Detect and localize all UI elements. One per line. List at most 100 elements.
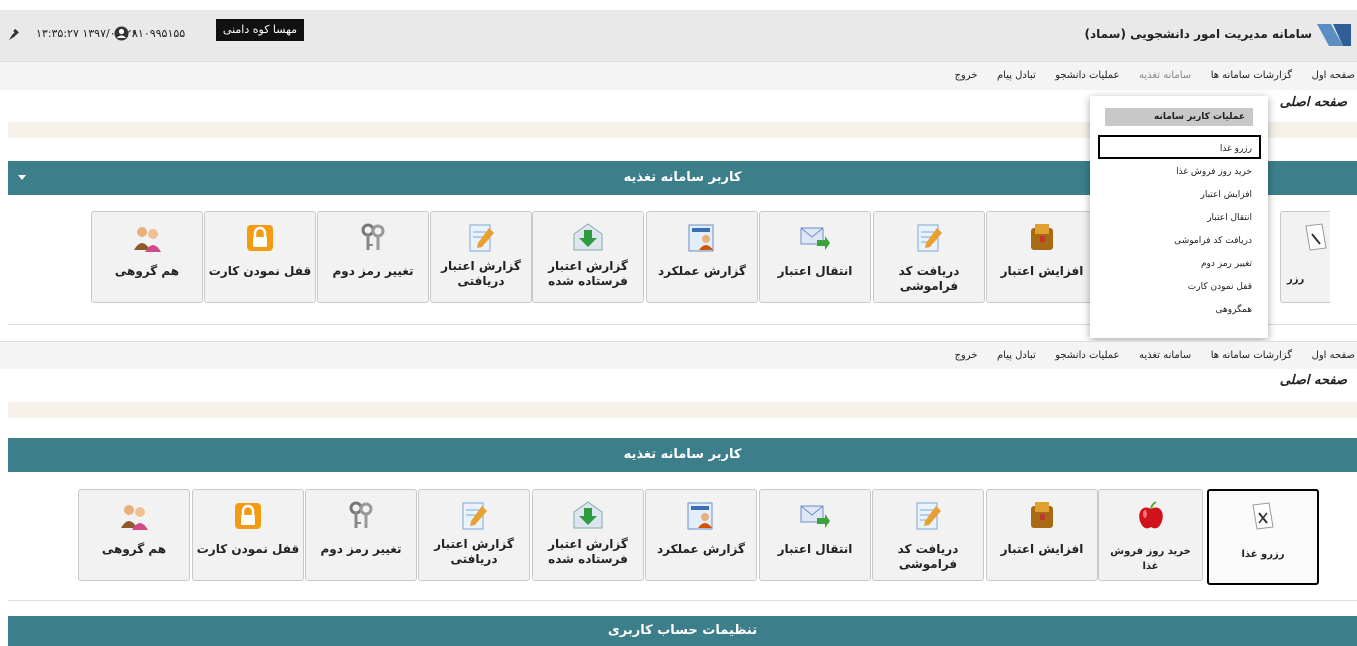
tile-received-credit-report[interactable]: گزارش اعتبار دریافتی bbox=[418, 489, 530, 581]
group-icon bbox=[121, 505, 148, 530]
dropdown-item-transfer-credit[interactable]: انتقال اعتبار bbox=[1207, 213, 1252, 223]
content-strip bbox=[8, 402, 1357, 418]
tile-label: انتقال اعتبار bbox=[777, 264, 853, 278]
tile-label: دریافت کد فراموشی bbox=[898, 264, 960, 293]
pin-icon[interactable] bbox=[8, 29, 20, 41]
samad-logo bbox=[1317, 24, 1351, 46]
section-food-title: کاربر سامانه تغذیه bbox=[623, 170, 742, 185]
nav-messages[interactable]: تبادل پیام bbox=[997, 342, 1036, 370]
envelope-download-icon bbox=[573, 223, 603, 251]
collapse-icon[interactable] bbox=[18, 175, 26, 180]
user-icon[interactable] bbox=[114, 26, 129, 41]
user-id: ۸۱۰۹۹۵۱۵۵ bbox=[132, 27, 186, 40]
dropdown-item-change-second-pass[interactable]: تغییر رمز دوم bbox=[1201, 259, 1252, 269]
wallet-icon bbox=[1031, 224, 1053, 250]
tile-add-credit[interactable]: افزایش اعتبار bbox=[986, 489, 1098, 581]
tile-label: خرید روز فروش غذا bbox=[1110, 546, 1191, 572]
tile-buy-sale-day-food[interactable]: خرید روز فروش غذا bbox=[1098, 489, 1203, 581]
nav-student-ops[interactable]: عملیات دانشجو bbox=[1055, 342, 1119, 370]
tile-label: گزارش عملکرد bbox=[658, 264, 746, 278]
tile-label: گزارش اعتبار فرستاده شده bbox=[548, 259, 628, 288]
user-name-box: مهسا کوه دامنی bbox=[216, 19, 304, 41]
tile-change-second-pass[interactable]: تغییر رمز دوم bbox=[317, 211, 429, 303]
nav-food-system[interactable]: سامانه تغذیه bbox=[1139, 342, 1191, 370]
dropdown-item-group[interactable]: همگروهی bbox=[1216, 305, 1252, 315]
dropdown-title: عملیات کاربر سامانه bbox=[1105, 108, 1253, 126]
nav-reports[interactable]: گزارشات سامانه ها bbox=[1211, 62, 1292, 90]
dropdown-item-add-credit[interactable]: افزایش اعتبار bbox=[1201, 190, 1253, 200]
envelope-download-icon bbox=[573, 501, 603, 529]
lock-icon bbox=[247, 225, 273, 251]
tile-lock-card[interactable]: قفل نمودن کارت bbox=[192, 489, 304, 581]
tile-label: افزایش اعتبار bbox=[1000, 264, 1084, 278]
tile-forgot-code[interactable]: دریافت کد فراموشی bbox=[873, 211, 985, 303]
tile-reserve-food-partial[interactable]: رزر bbox=[1280, 211, 1330, 303]
user-report-icon bbox=[688, 224, 714, 252]
tile-label: گزارش اعتبار دریافتی bbox=[441, 259, 521, 288]
tile-group-members[interactable]: هم گروهی bbox=[91, 211, 203, 303]
reserve-food-icon bbox=[1304, 223, 1327, 251]
user-report-icon bbox=[687, 502, 713, 530]
tile-received-credit-report[interactable]: گزارش اعتبار دریافتی bbox=[430, 211, 532, 303]
nav-messages[interactable]: تبادل پیام bbox=[997, 62, 1036, 90]
nav-home[interactable]: صفحه اول bbox=[1312, 62, 1355, 90]
section-food-bar[interactable]: کاربر سامانه تغذیه bbox=[8, 438, 1357, 472]
section-account-bar[interactable]: تنظیمات حساب کاربری bbox=[8, 616, 1357, 646]
tile-label: قفل نمودن کارت bbox=[208, 264, 312, 278]
lock-icon bbox=[235, 503, 261, 529]
tile-sent-credit-report[interactable]: گزارش اعتبار فرستاده شده bbox=[532, 211, 644, 303]
tile-group-members[interactable]: هم گروهی bbox=[78, 489, 190, 581]
dropdown-item-lock-card[interactable]: قفل نمودن کارت bbox=[1188, 282, 1252, 292]
notepad-icon bbox=[462, 502, 487, 530]
group-icon bbox=[134, 227, 161, 252]
tile-label: هم گروهی bbox=[114, 264, 180, 278]
tile-forgot-code[interactable]: دریافت کد فراموشی bbox=[872, 489, 984, 581]
section-account-title: تنظیمات حساب کاربری bbox=[607, 623, 758, 638]
tile-label: گزارش اعتبار دریافتی bbox=[434, 537, 514, 566]
tile-change-second-pass[interactable]: تغییر رمز دوم bbox=[305, 489, 417, 581]
dropdown-item-forgot-code[interactable]: دریافت کد فراموشی bbox=[1174, 236, 1252, 246]
food-system-dropdown: عملیات کاربر سامانه رزرو غذا خرید روز فر… bbox=[1090, 96, 1268, 338]
nav-logout[interactable]: خروج bbox=[954, 62, 977, 90]
notepad-icon bbox=[917, 224, 942, 252]
dropdown-item-buy-sale-day-food[interactable]: خرید روز فروش غذا bbox=[1176, 167, 1252, 177]
tile-sent-credit-report[interactable]: گزارش اعتبار فرستاده شده bbox=[532, 489, 644, 581]
tile-performance-report[interactable]: گزارش عملکرد bbox=[645, 489, 757, 581]
divider bbox=[8, 600, 1357, 601]
nav-home[interactable]: صفحه اول bbox=[1312, 342, 1355, 370]
tile-label: رزرو غذا bbox=[1241, 549, 1285, 560]
tile-transfer-credit[interactable]: انتقال اعتبار bbox=[759, 211, 871, 303]
page-title: صفحه اصلی bbox=[1279, 373, 1347, 388]
reserve-food-icon bbox=[1252, 502, 1274, 530]
tile-label: انتقال اعتبار bbox=[777, 542, 853, 556]
tile-transfer-credit[interactable]: انتقال اعتبار bbox=[759, 489, 871, 581]
keys-icon bbox=[349, 501, 373, 528]
mail-forward-icon bbox=[800, 505, 830, 528]
tile-label: رزر bbox=[1287, 274, 1305, 285]
tile-label: گزارش عملکرد bbox=[657, 542, 745, 556]
tile-label: افزایش اعتبار bbox=[1000, 542, 1084, 556]
nav-logout[interactable]: خروج bbox=[954, 342, 977, 370]
main-nav-2: صفحه اول گزارشات سامانه ها سامانه تغذیه … bbox=[0, 341, 1357, 369]
tile-label: قفل نمودن کارت bbox=[196, 542, 300, 556]
tile-performance-report[interactable]: گزارش عملکرد bbox=[646, 211, 758, 303]
dropdown-item-reserve-food[interactable]: رزرو غذا bbox=[1220, 144, 1252, 154]
tile-label: گزارش اعتبار فرستاده شده bbox=[548, 537, 628, 566]
tile-lock-card[interactable]: قفل نمودن کارت bbox=[204, 211, 316, 303]
nav-student-ops[interactable]: عملیات دانشجو bbox=[1055, 62, 1119, 90]
nav-food-system[interactable]: سامانه تغذیه bbox=[1139, 62, 1191, 90]
apple-icon bbox=[1138, 501, 1163, 529]
tile-label: دریافت کد فراموشی bbox=[897, 542, 959, 571]
nav-reports[interactable]: گزارشات سامانه ها bbox=[1211, 342, 1292, 370]
tile-label: تغییر رمز دوم bbox=[320, 542, 402, 556]
wallet-icon bbox=[1031, 502, 1053, 528]
notepad-icon bbox=[469, 224, 494, 252]
keys-icon bbox=[361, 223, 385, 250]
tile-reserve-food[interactable]: رزرو غذا bbox=[1207, 489, 1319, 585]
tile-label: هم گروهی bbox=[101, 542, 167, 556]
page-title: صفحه اصلی bbox=[1279, 95, 1347, 110]
tile-add-credit[interactable]: افزایش اعتبار bbox=[986, 211, 1098, 303]
tile-label: تغییر رمز دوم bbox=[332, 264, 414, 278]
mail-forward-icon bbox=[800, 227, 830, 250]
notepad-icon bbox=[916, 502, 941, 530]
